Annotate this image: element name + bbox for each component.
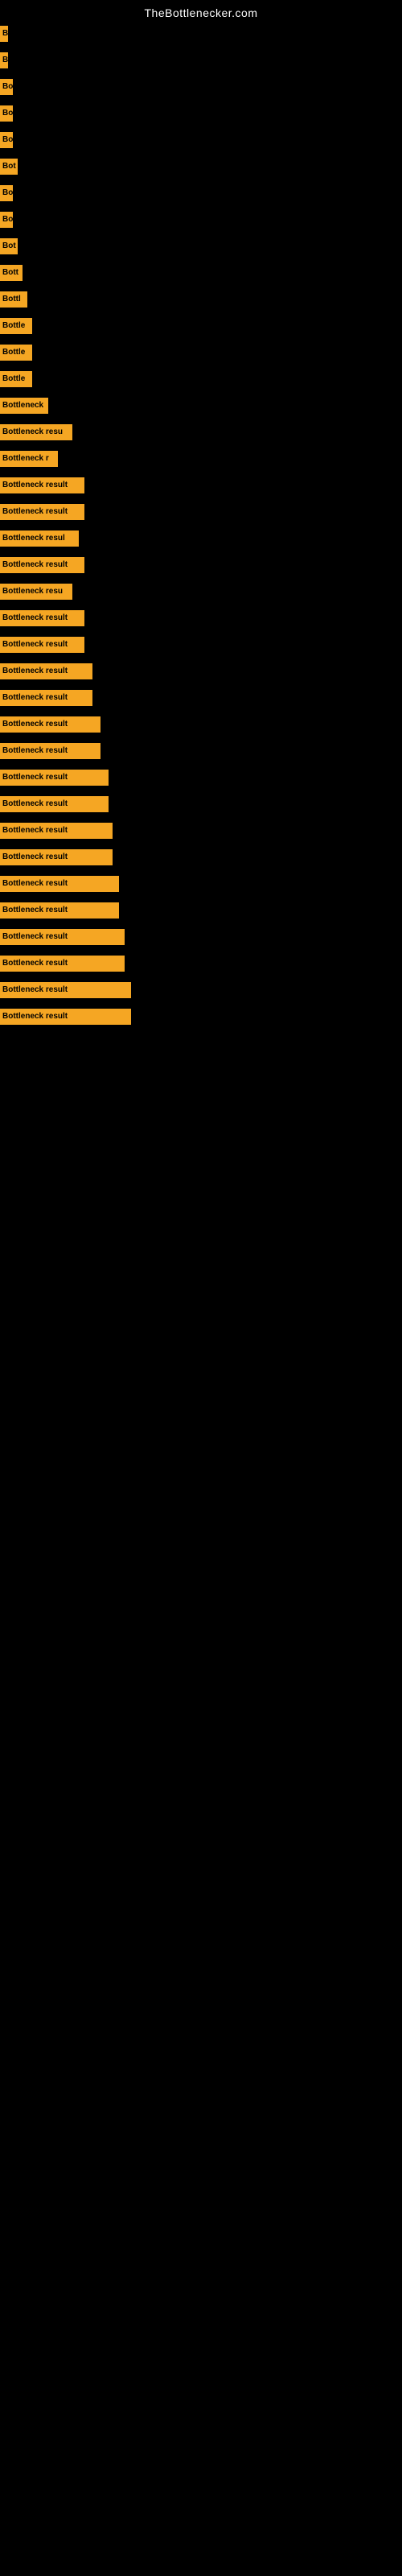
- bottleneck-bar: Bottleneck result: [0, 716, 100, 733]
- bottleneck-bar: Bo: [0, 212, 13, 228]
- bottleneck-bar: Bottleneck result: [0, 902, 119, 919]
- bottleneck-bar: Bo: [0, 105, 13, 122]
- bar-row: Bottleneck result: [0, 793, 402, 819]
- bar-row: Bottleneck result: [0, 819, 402, 846]
- bar-row: Bottleneck: [0, 394, 402, 421]
- bar-row: Bottleneck result: [0, 554, 402, 580]
- bar-row: Bottleneck result: [0, 766, 402, 793]
- bottleneck-bar: Bott: [0, 265, 23, 281]
- bar-row: Bottleneck result: [0, 501, 402, 527]
- bottleneck-bar: B: [0, 52, 8, 68]
- bar-row: Bottleneck result: [0, 952, 402, 979]
- bottleneck-bar: Bottleneck result: [0, 557, 84, 573]
- bar-row: Bottleneck resu: [0, 421, 402, 448]
- bottleneck-bar: Bottl: [0, 291, 27, 308]
- bar-row: Bottleneck result: [0, 846, 402, 873]
- bottleneck-bar: Bottleneck result: [0, 663, 92, 679]
- bottleneck-bar: Bo: [0, 185, 13, 201]
- bar-row: Bottleneck result: [0, 660, 402, 687]
- bar-row: Bo: [0, 182, 402, 208]
- bar-row: Bottleneck result: [0, 713, 402, 740]
- bottleneck-bar: Bottleneck result: [0, 849, 113, 865]
- bar-row: Bottleneck result: [0, 1005, 402, 1032]
- bar-row: Bottl: [0, 288, 402, 315]
- bar-row: Bottleneck result: [0, 926, 402, 952]
- bar-row: Bot: [0, 235, 402, 262]
- bottleneck-bar: Bottleneck resu: [0, 424, 72, 440]
- bottleneck-bar: Bottleneck result: [0, 690, 92, 706]
- bottleneck-bar: Bottleneck: [0, 398, 48, 414]
- bar-row: Bo: [0, 102, 402, 129]
- bottleneck-bar: Bottleneck result: [0, 770, 109, 786]
- bar-row: Bottleneck result: [0, 634, 402, 660]
- bottleneck-bar: Bottleneck result: [0, 1009, 131, 1025]
- bottleneck-bar: Bottleneck resul: [0, 530, 79, 547]
- bottleneck-bar: Bottle: [0, 345, 32, 361]
- bottleneck-bar: Bottleneck result: [0, 823, 113, 839]
- bottleneck-bar: Bottleneck result: [0, 477, 84, 493]
- bar-row: Bottleneck result: [0, 474, 402, 501]
- bar-row: Bottleneck result: [0, 607, 402, 634]
- bottleneck-bar: Bottleneck result: [0, 956, 125, 972]
- bar-row: Bottleneck r: [0, 448, 402, 474]
- bar-row: Bottleneck resul: [0, 527, 402, 554]
- bars-container: BB Bo Bo Bo Bot Bo Bo Bot Bott Bottl Bottle Bottle B…: [0, 23, 402, 1032]
- bottleneck-bar: Bottleneck r: [0, 451, 58, 467]
- bottleneck-bar: Bo: [0, 79, 13, 95]
- bottleneck-bar: Bo: [0, 132, 13, 148]
- bottleneck-bar: Bottleneck result: [0, 504, 84, 520]
- bottleneck-bar: Bottleneck result: [0, 796, 109, 812]
- bar-row: Bottleneck result: [0, 979, 402, 1005]
- bar-row: Bottle: [0, 341, 402, 368]
- bottleneck-bar: Bottleneck resu: [0, 584, 72, 600]
- bar-row: Bottleneck result: [0, 687, 402, 713]
- bottleneck-bar: Bottleneck result: [0, 637, 84, 653]
- bottleneck-bar: Bottleneck result: [0, 982, 131, 998]
- bar-row: Bo: [0, 208, 402, 235]
- bottleneck-bar: Bottleneck result: [0, 743, 100, 759]
- bottleneck-bar: Bottle: [0, 318, 32, 334]
- site-title: TheBottlenecker.com: [0, 0, 402, 23]
- bar-row: Bo: [0, 76, 402, 102]
- bar-row: Bott: [0, 262, 402, 288]
- bottleneck-bar: Bottleneck result: [0, 876, 119, 892]
- bar-row: Bot: [0, 155, 402, 182]
- bottleneck-bar: Bottleneck result: [0, 610, 84, 626]
- bar-row: B: [0, 49, 402, 76]
- bottleneck-bar: B: [0, 26, 8, 42]
- bar-row: Bottleneck result: [0, 740, 402, 766]
- bottleneck-bar: Bot: [0, 238, 18, 254]
- bar-row: Bottle: [0, 315, 402, 341]
- bar-row: Bottle: [0, 368, 402, 394]
- bar-row: B: [0, 23, 402, 49]
- bar-row: Bottleneck result: [0, 873, 402, 899]
- bottleneck-bar: Bottle: [0, 371, 32, 387]
- bottleneck-bar: Bottleneck result: [0, 929, 125, 945]
- bar-row: Bo: [0, 129, 402, 155]
- bar-row: Bottleneck resu: [0, 580, 402, 607]
- bar-row: Bottleneck result: [0, 899, 402, 926]
- bottleneck-bar: Bot: [0, 159, 18, 175]
